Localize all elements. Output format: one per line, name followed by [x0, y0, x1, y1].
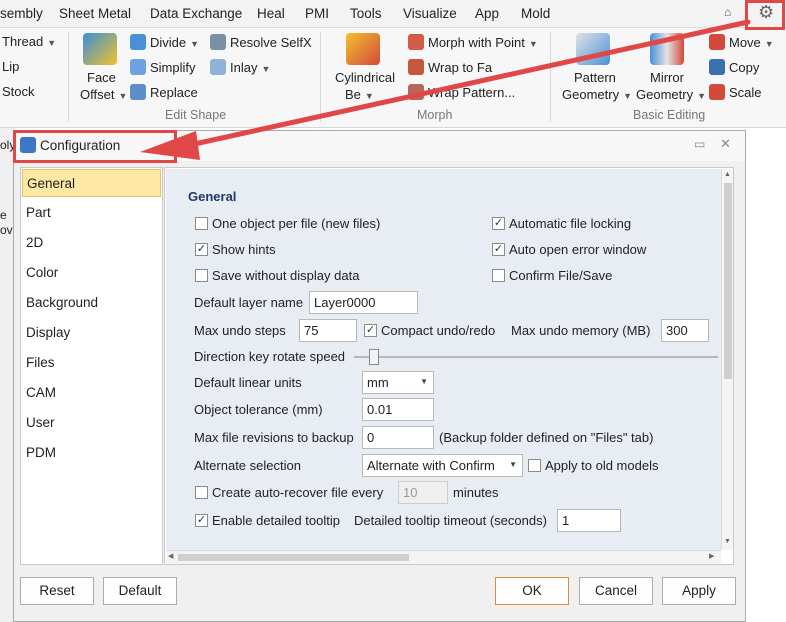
- annotation-arrow: [140, 19, 751, 160]
